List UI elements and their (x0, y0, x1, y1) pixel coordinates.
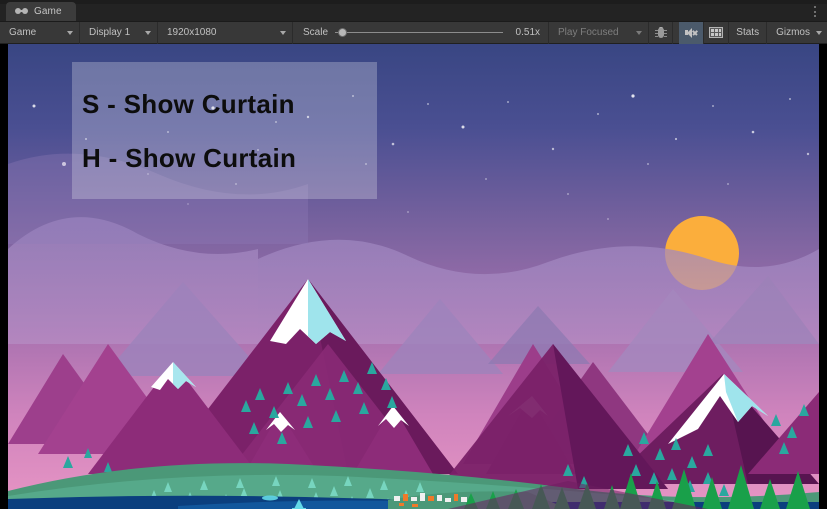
scale-control: Scale 0.51x (293, 21, 550, 44)
display-dropdown[interactable]: Display 1 (80, 21, 158, 44)
overlay-line-hide-curtain: H - Show Curtain (82, 142, 297, 173)
overlay-line-show-curtain: S - Show Curtain (82, 88, 295, 119)
scale-slider[interactable] (335, 27, 504, 39)
aspect-grid-button[interactable] (704, 21, 730, 44)
small-boat (262, 495, 278, 501)
resolution-dropdown[interactable]: 1920x1080 (158, 21, 293, 44)
tab-game[interactable]: Game (6, 2, 76, 21)
unity-game-window: Game Game Display 1 1920x1080 Scale 0.51… (0, 0, 827, 509)
game-view-toolbar: Game Display 1 1920x1080 Scale 0.51x Pla… (0, 21, 827, 44)
scale-label: Scale (303, 27, 329, 38)
game-goggles-icon (15, 7, 29, 16)
chevron-down-icon (816, 30, 822, 35)
bug-icon (654, 26, 667, 39)
resolution-label: 1920x1080 (167, 27, 217, 38)
game-aspect-label: Game (9, 27, 37, 38)
chevron-down-icon (67, 30, 73, 35)
scale-value: 0.51x (515, 27, 541, 38)
game-view-canvas[interactable]: S - Show Curtain H - Show Curtain (0, 44, 827, 509)
display-label: Display 1 (89, 27, 131, 38)
gizmos-label: Gizmos (776, 27, 810, 38)
play-mode-dropdown[interactable]: Play Focused (549, 21, 650, 44)
tab-bar-strip (0, 0, 827, 4)
chevron-down-icon (636, 30, 643, 35)
chevron-down-icon (145, 30, 151, 35)
aspect-grid-icon (709, 27, 724, 38)
stats-button[interactable]: Stats (729, 21, 768, 44)
game-scene: S - Show Curtain H - Show Curtain (8, 44, 819, 509)
mute-audio-icon (684, 27, 698, 39)
mute-audio-button[interactable] (679, 21, 705, 44)
window-tab-bar: Game (0, 0, 827, 22)
kebab-menu-icon[interactable] (809, 5, 821, 18)
play-mode-label: Play Focused (558, 27, 619, 38)
curtain-hint-overlay: S - Show Curtain H - Show Curtain (72, 62, 377, 199)
scale-slider-track (335, 32, 504, 33)
tab-game-label: Game (34, 6, 62, 17)
gizmos-dropdown[interactable]: Gizmos (767, 22, 827, 44)
scale-slider-knob[interactable] (338, 28, 348, 37)
game-aspect-dropdown[interactable]: Game (0, 21, 80, 44)
chevron-down-icon (280, 30, 286, 35)
debug-button[interactable] (649, 21, 674, 44)
